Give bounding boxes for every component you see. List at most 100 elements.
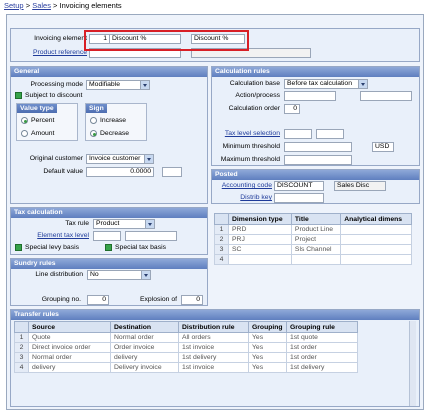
- grouping-no-field[interactable]: 0: [87, 295, 109, 305]
- percent-radio[interactable]: [21, 117, 28, 124]
- breadcrumb-current: Invoicing elements: [59, 1, 122, 10]
- table-cell[interactable]: [340, 254, 412, 265]
- table-cell[interactable]: All orders: [178, 332, 249, 343]
- table-header-row: Source Destination Distribution rule Gro…: [14, 321, 358, 333]
- column-header[interactable]: Dimension type: [228, 213, 292, 225]
- explosion-field[interactable]: 0: [181, 295, 203, 305]
- distrib-key-field[interactable]: [274, 193, 324, 203]
- table-cell[interactable]: 1st invoice: [178, 342, 249, 353]
- tax-rule-select[interactable]: Product: [93, 219, 155, 229]
- table-cell[interactable]: [340, 224, 412, 235]
- calc-base-label: Calculation base: [229, 80, 280, 87]
- table-cell[interactable]: Yes: [248, 362, 287, 373]
- table-cell[interactable]: Project: [290, 234, 342, 245]
- table-row[interactable]: 2 PRJ Project: [214, 234, 412, 245]
- table-cell[interactable]: Direct invoice order: [28, 342, 111, 353]
- default-value-field[interactable]: 0.0000: [86, 167, 154, 177]
- original-customer-select[interactable]: Invoice customer: [86, 154, 154, 164]
- amount-label: Amount: [31, 130, 55, 137]
- table-cell[interactable]: Normal order: [110, 332, 179, 343]
- increase-radio[interactable]: [90, 117, 97, 124]
- table-cell[interactable]: 1st invoice: [178, 362, 249, 373]
- table-row[interactable]: 3 Normal order delivery 1st delivery Yes 1st …: [14, 352, 358, 363]
- element-tax-level-label[interactable]: Element tax level: [11, 232, 89, 239]
- table-cell[interactable]: [340, 234, 412, 245]
- default-value-unit[interactable]: [162, 167, 182, 177]
- special-tax-checkbox[interactable]: [105, 244, 112, 251]
- chevron-down-icon[interactable]: [358, 80, 367, 88]
- table-cell[interactable]: 1st order: [286, 342, 358, 353]
- row-number: 1: [14, 332, 29, 343]
- table-row[interactable]: 1 Quote Normal order All orders Yes 1st quote: [14, 332, 358, 343]
- table-cell[interactable]: 1st delivery: [178, 352, 249, 363]
- accounting-code-field[interactable]: DISCOUNT: [274, 181, 324, 191]
- calc-base-select[interactable]: Before tax calculation: [284, 79, 368, 89]
- distrib-key-label[interactable]: Distrib key: [212, 194, 272, 201]
- action-process-field[interactable]: [284, 91, 336, 101]
- table-cell[interactable]: Yes: [248, 342, 287, 353]
- table-cell[interactable]: [290, 254, 342, 265]
- tax-level-field[interactable]: [284, 129, 312, 139]
- table-cell[interactable]: delivery: [28, 362, 111, 373]
- decrease-radio[interactable]: [90, 130, 97, 137]
- table-cell[interactable]: Order invoice: [110, 342, 179, 353]
- vertical-scrollbar[interactable]: [409, 321, 416, 406]
- column-header[interactable]: Title: [290, 213, 342, 225]
- table-cell[interactable]: 1st order: [286, 352, 358, 363]
- table-cell[interactable]: 1st quote: [286, 332, 358, 343]
- breadcrumb-sales[interactable]: Sales: [32, 1, 51, 10]
- special-levy-checkbox[interactable]: [15, 244, 22, 251]
- table-row[interactable]: 1 PRD Product Line: [214, 224, 412, 235]
- column-header[interactable]: Distribution rule: [178, 321, 249, 333]
- column-header[interactable]: Grouping: [248, 321, 287, 333]
- element-tax-level-field[interactable]: [93, 231, 121, 241]
- table-cell[interactable]: Yes: [248, 332, 287, 343]
- table-row[interactable]: 4 delivery Delivery invoice 1st invoice Yes 1…: [14, 362, 358, 373]
- table-cell[interactable]: delivery: [110, 352, 179, 363]
- sundry-title: Sundry rules: [11, 259, 207, 269]
- min-threshold-field[interactable]: [284, 142, 352, 152]
- chevron-down-icon[interactable]: [145, 220, 154, 228]
- processing-mode-select[interactable]: Modifiable: [86, 80, 150, 90]
- table-cell[interactable]: PRD: [228, 224, 292, 235]
- column-header[interactable]: Analytical dimens: [340, 213, 412, 225]
- table-cell[interactable]: Quote: [28, 332, 111, 343]
- chevron-down-icon[interactable]: [144, 155, 153, 163]
- table-cell[interactable]: PRJ: [228, 234, 292, 245]
- column-header[interactable]: Destination: [110, 321, 179, 333]
- currency-field[interactable]: USD: [372, 142, 394, 152]
- row-number: 4: [14, 362, 29, 373]
- table-cell[interactable]: Normal order: [28, 352, 111, 363]
- accounting-code-label[interactable]: Accounting code: [212, 182, 272, 189]
- max-threshold-field[interactable]: [284, 155, 352, 165]
- calc-order-field[interactable]: 0: [284, 104, 300, 114]
- calc-panel: Calculation rules Calculation base Befor…: [211, 66, 420, 166]
- line-distribution-select[interactable]: No: [87, 270, 151, 280]
- sign-group: Sign Increase Decrease: [85, 103, 147, 141]
- sign-title: Sign: [86, 104, 107, 113]
- table-cell[interactable]: [340, 244, 412, 255]
- chevron-down-icon[interactable]: [141, 271, 150, 279]
- table-cell[interactable]: SC: [228, 244, 292, 255]
- amount-radio[interactable]: [21, 130, 28, 137]
- table-row[interactable]: 4: [214, 254, 412, 265]
- table-cell[interactable]: [228, 254, 292, 265]
- subject-discount-checkbox[interactable]: [15, 92, 22, 99]
- table-cell[interactable]: Product Line: [290, 224, 342, 235]
- table-cell[interactable]: Yes: [248, 352, 287, 363]
- column-header[interactable]: Grouping rule: [286, 321, 358, 333]
- breadcrumb-setup[interactable]: Setup: [4, 1, 24, 10]
- table-row[interactable]: 2 Direct invoice order Order invoice 1st in…: [14, 342, 358, 353]
- table-header-row: Dimension type Title Analytical dimens: [214, 213, 412, 225]
- grouping-no-label: Grouping no.: [41, 296, 81, 303]
- table-cell[interactable]: 1st delivery: [286, 362, 358, 373]
- table-cell[interactable]: Sls Channel: [290, 244, 342, 255]
- tax-level-label[interactable]: Tax level selection: [212, 130, 280, 137]
- chevron-down-icon[interactable]: [140, 81, 149, 89]
- product-reference-label[interactable]: Product reference: [13, 49, 87, 56]
- table-row[interactable]: 3 SC Sls Channel: [214, 244, 412, 255]
- column-header[interactable]: Source: [28, 321, 111, 333]
- row-number: 2: [14, 342, 29, 353]
- original-customer-value: Invoice customer: [89, 155, 141, 162]
- table-cell[interactable]: Delivery invoice: [110, 362, 179, 373]
